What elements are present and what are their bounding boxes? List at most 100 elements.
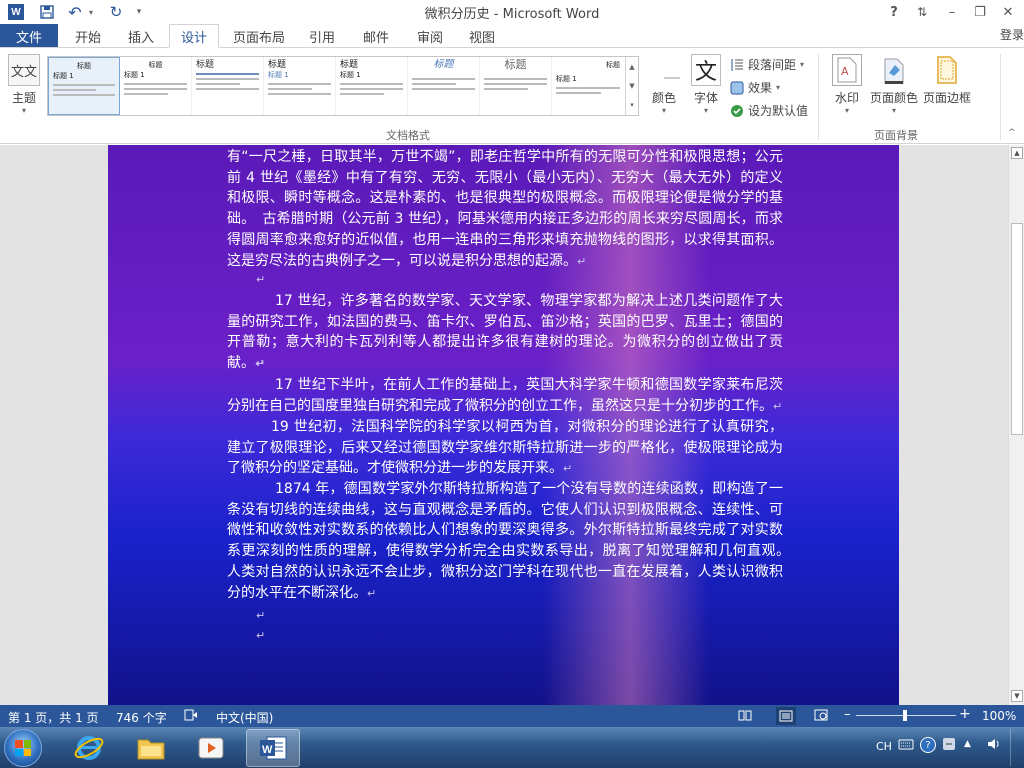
gallery-more-icon[interactable]: ▾ [630, 101, 634, 109]
style-preview-line [268, 83, 331, 85]
file-explorer-icon[interactable] [124, 729, 178, 767]
show-hidden-icons-icon[interactable]: ▲ [964, 739, 971, 749]
start-button[interactable] [4, 729, 42, 767]
style-set-item[interactable]: 标题 标题 1 [120, 57, 192, 115]
fonts-button[interactable]: 文 字体 ▾ [688, 54, 724, 115]
style-preview-line [340, 93, 385, 95]
page-count[interactable]: 第 1 页，共 1 页 [8, 709, 99, 726]
zoom-level[interactable]: 100% [982, 709, 1016, 723]
paragraph-mark: ↵ [773, 399, 783, 413]
redo-icon[interactable]: ↻ [106, 2, 126, 22]
paragraph-mark: ↵ [256, 629, 266, 642]
vertical-scrollbar[interactable]: ▲ ▼ [1008, 145, 1024, 705]
style-set-item[interactable]: 标题 标题 1 [336, 57, 408, 115]
save-icon[interactable] [36, 2, 58, 22]
chevron-down-icon: ▾ [776, 83, 781, 92]
gallery-up-icon[interactable]: ▲ [629, 63, 634, 71]
style-set-item[interactable]: 标题 [408, 57, 480, 115]
paragraph-text: 有“一尺之棰，日取其半，万世不竭”，即老庄哲学中所有的无限可分性和极限思想；公元… [227, 149, 783, 269]
tab-references[interactable]: 引用 [302, 24, 342, 48]
undo-icon[interactable]: ↶ [64, 2, 86, 22]
ime-options-icon[interactable] [942, 737, 956, 754]
fonts-icon: 文 [691, 54, 721, 86]
paragraph-mark: ↵ [563, 462, 573, 476]
page-color-button[interactable]: 页面颜色 ▾ [868, 54, 920, 115]
style-preview-line [124, 83, 187, 85]
themes-button[interactable]: 文文 主题 ▾ [6, 54, 42, 115]
input-method-indicator[interactable]: CH [876, 740, 892, 753]
style-set-item[interactable]: 标题 标题 1 [552, 57, 624, 115]
paragraph[interactable]: 19 世纪初，法国科学院的科学家以柯西为首，对微积分的理论进行了认真研究，建立了… [227, 417, 783, 480]
group-separator [1000, 54, 1001, 140]
zoom-slider-thumb[interactable] [903, 710, 907, 721]
minimize-button[interactable]: – [938, 0, 966, 24]
style-preview-line [196, 83, 241, 85]
ribbon-display-options-button[interactable]: ⇅ [908, 0, 936, 24]
volume-icon[interactable] [986, 737, 1002, 754]
zoom-out-button[interactable]: – [844, 707, 851, 722]
tab-review[interactable]: 审阅 [410, 24, 450, 48]
tab-view[interactable]: 视图 [462, 24, 502, 48]
paragraph[interactable]: 17 世纪下半叶，在前人工作的基础上，英国大科学家牛顿和德国数学家莱布尼茨分别在… [227, 375, 783, 417]
close-button[interactable]: ✕ [994, 0, 1022, 24]
paragraph-text: 19 世纪初，法国科学院的科学家以柯西为首，对微积分的理论进行了认真研究，建立了… [227, 419, 783, 477]
fonts-label: 字体 [693, 91, 718, 105]
media-player-icon[interactable] [184, 729, 238, 767]
style-preview-line [556, 87, 620, 89]
watermark-button[interactable]: A 水印 ▾ [830, 54, 864, 115]
colors-label: 颜色 [651, 91, 676, 105]
gallery-scroll[interactable]: ▲ ▼ ▾ [625, 57, 638, 115]
web-layout-icon[interactable] [814, 709, 828, 724]
paragraph[interactable]: 17 世纪，许多著名的数学家、天文学家、物理学家都为解决上述几类问题作了大量的研… [227, 291, 783, 375]
word-taskbar-icon[interactable]: W [246, 729, 300, 767]
help-button[interactable]: ? [880, 0, 908, 24]
undo-dropdown-icon[interactable]: ▾ [86, 2, 96, 22]
help-icon[interactable]: ? [920, 737, 936, 753]
watermark-label: 水印 [834, 91, 859, 105]
internet-explorer-icon[interactable] [62, 729, 116, 767]
print-layout-icon[interactable] [776, 707, 796, 725]
colors-button[interactable]: 颜色 ▾ [646, 54, 682, 115]
show-desktop-button[interactable] [1010, 729, 1024, 766]
effects-button[interactable]: 效果 ▾ [730, 79, 780, 96]
style-preview-line [53, 84, 115, 86]
tab-design[interactable]: 设计 [169, 24, 219, 48]
paragraph[interactable]: 有“一尺之棰，日取其半，万世不竭”，即老庄哲学中所有的无限可分性和极限思想；公元… [227, 147, 783, 272]
style-preview-line [340, 88, 403, 90]
paragraph[interactable]: 1874 年，德国数学家外尔斯特拉斯构造了一个没有导数的连续函数，即构造了一条没… [227, 479, 797, 604]
set-as-default-button[interactable]: 设为默认值 [730, 102, 808, 119]
tab-home[interactable]: 开始 [68, 24, 108, 48]
collapse-ribbon-icon[interactable]: ^ [1008, 128, 1016, 138]
svg-text:A: A [841, 65, 849, 78]
paragraph-spacing-button[interactable]: 段落间距 ▾ [730, 56, 804, 73]
colors-icon [648, 54, 680, 86]
style-set-item[interactable]: 标题 [480, 57, 552, 115]
word-app-icon[interactable]: W [6, 2, 26, 22]
style-set-item[interactable]: 标题 标题 1 [48, 57, 120, 115]
tab-page-layout[interactable]: 页面布局 [228, 24, 290, 48]
style-preview-line [53, 94, 115, 96]
customize-quick-access-icon[interactable]: ▾ [132, 2, 146, 22]
windows-logo-tile [23, 740, 31, 748]
read-mode-icon[interactable] [738, 709, 752, 724]
status-bar: 第 1 页，共 1 页 746 个字 中文(中国) – + 100% [0, 705, 1024, 727]
gallery-down-icon[interactable]: ▼ [629, 82, 634, 90]
word-count[interactable]: 746 个字 [116, 709, 167, 726]
page-borders-button[interactable]: 页面边框 [922, 54, 972, 106]
keyboard-icon[interactable] [898, 738, 914, 753]
style-preview-line [412, 88, 475, 90]
restore-button[interactable]: ❐ [966, 0, 994, 24]
sign-in-link[interactable]: 登录 [1000, 26, 1024, 43]
scroll-up-icon[interactable]: ▲ [1011, 147, 1023, 159]
style-preview-line [484, 88, 529, 90]
proofing-icon[interactable] [184, 709, 198, 724]
tab-mailings[interactable]: 邮件 [356, 24, 396, 48]
tab-insert[interactable]: 插入 [120, 24, 162, 48]
style-set-item[interactable]: 标题 标题 1 [264, 57, 336, 115]
zoom-in-button[interactable]: + [959, 706, 971, 722]
style-set-item[interactable]: 标题 [192, 57, 264, 115]
scroll-down-icon[interactable]: ▼ [1011, 690, 1023, 702]
language-indicator[interactable]: 中文(中国) [216, 709, 273, 726]
scrollbar-thumb[interactable] [1011, 223, 1023, 435]
tab-file[interactable]: 文件 [0, 24, 58, 48]
